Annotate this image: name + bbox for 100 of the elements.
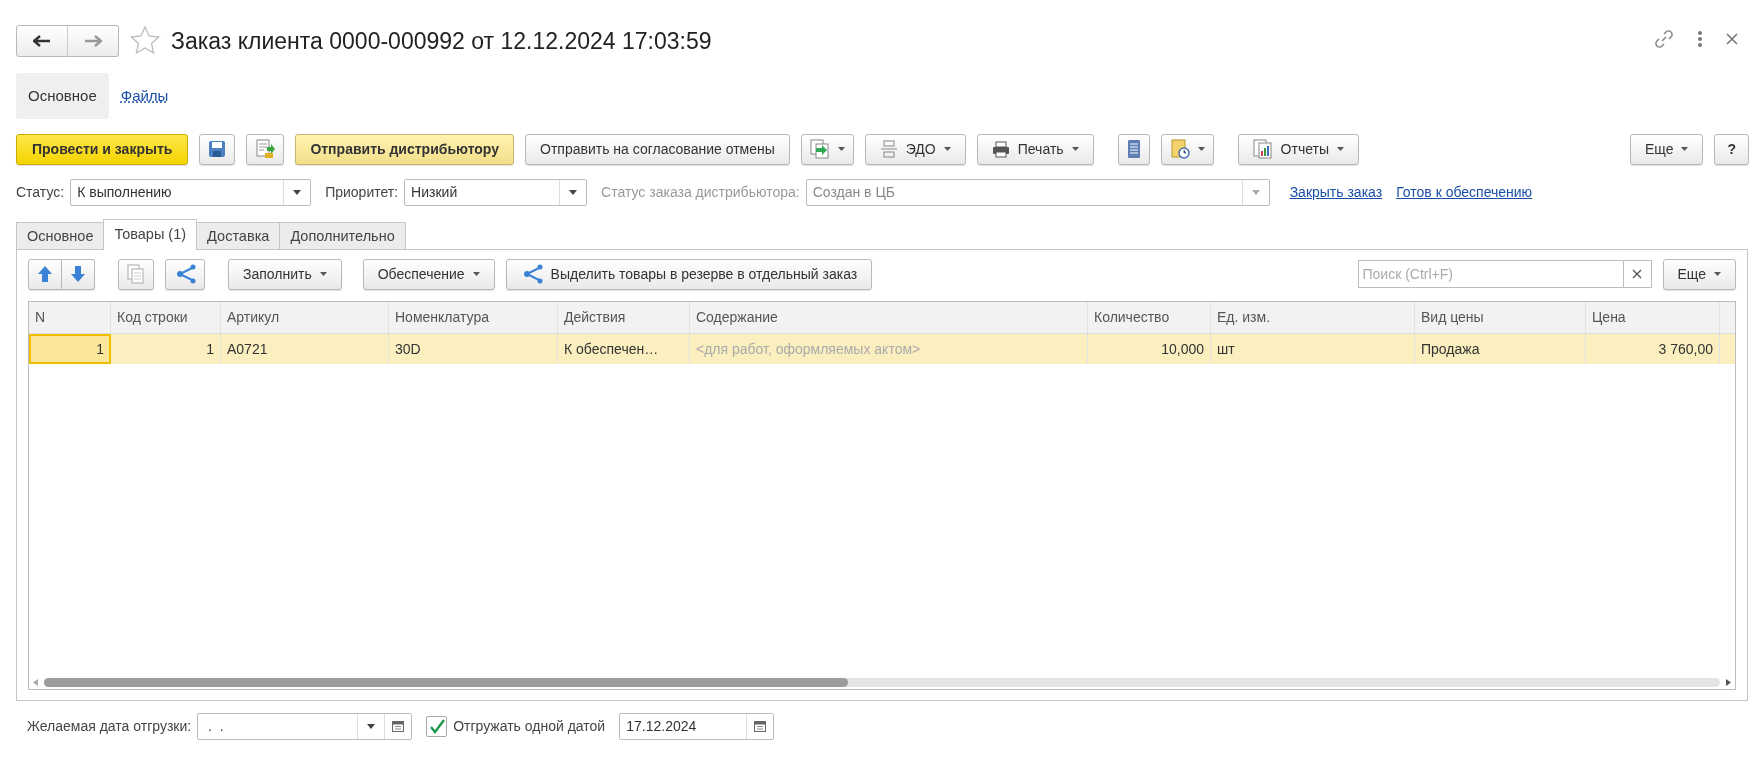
send-cancel-approval-button[interactable]: Отправить на согласование отмены [525, 133, 790, 165]
post-and-close-button[interactable]: Провести и закрыть [16, 133, 189, 165]
edo-button[interactable]: ЭДО [864, 133, 966, 165]
copy-icon [127, 264, 145, 284]
calendar-icon[interactable] [392, 720, 405, 732]
fill-button[interactable]: Заполнить [228, 258, 342, 290]
caret-icon [1714, 272, 1721, 276]
star-icon[interactable] [129, 25, 161, 57]
dropdown-arrow-icon[interactable] [367, 723, 376, 729]
back-arrow-icon [33, 35, 51, 47]
form-tab[interactable]: Дополнительно [279, 222, 406, 250]
column-header[interactable]: Действия [558, 302, 690, 333]
column-header[interactable]: Вид цены [1415, 302, 1586, 333]
calendar-icon[interactable] [754, 720, 767, 732]
caret-icon [837, 147, 845, 151]
table-row[interactable]: 1 1 A0721 30D К обеспечен… <для работ, оформляемых актом> 10,000 шт Продажа 3 760,00 [29, 334, 1735, 364]
reports-icon [1252, 139, 1273, 159]
caret-icon [1071, 147, 1079, 151]
scrollbar-track[interactable] [44, 677, 1720, 687]
print-button[interactable]: Печать [976, 133, 1094, 165]
dropdown-field[interactable]: К выполнению [70, 178, 312, 206]
search-field[interactable]: Поиск (Ctrl+F) [1357, 260, 1623, 288]
checkbox-label: Отгружать одной датой [453, 716, 606, 736]
field-label: Приоритет: [325, 182, 399, 202]
column-header[interactable]: N [29, 302, 111, 333]
more-vertical-icon[interactable] [1697, 30, 1703, 48]
scroll-left-icon[interactable] [33, 678, 38, 686]
scrollbar-thumb[interactable] [44, 677, 849, 687]
table-cell: шт [1211, 334, 1415, 364]
supply-button[interactable]: Обеспечение [362, 258, 495, 290]
close-icon[interactable] [1725, 32, 1739, 46]
table-cell: 1 [29, 334, 111, 364]
column-header[interactable]: Артикул [221, 302, 389, 333]
caret-icon [319, 272, 327, 276]
checkbox[interactable] [426, 715, 448, 737]
scroll-right-icon[interactable] [1726, 678, 1731, 686]
help-button[interactable]: ? [1714, 133, 1749, 165]
table-cell: 30D [389, 334, 558, 364]
field-label: Статус заказа дистрибьютора: [601, 182, 800, 202]
back-button[interactable] [16, 25, 68, 57]
column-header[interactable]: Количество [1088, 302, 1211, 333]
table-cell: <для работ, оформляемых актом> [690, 334, 1088, 364]
caret-icon [1681, 147, 1689, 151]
caret-icon [943, 147, 951, 151]
table-cell: К обеспечен… [558, 334, 690, 364]
list-icon [1126, 139, 1141, 159]
more-button[interactable]: Еще [1662, 258, 1736, 290]
column-header[interactable]: Содержание [690, 302, 1088, 333]
table-cell: 3 760,00 [1586, 334, 1720, 364]
caret-icon [472, 272, 480, 276]
form-tab[interactable]: Основное [16, 222, 105, 250]
dropdown-field[interactable]: Низкий [404, 178, 588, 206]
caret-icon [1337, 147, 1344, 151]
down-arrow-icon [70, 265, 86, 283]
date-field[interactable]: . . [197, 712, 413, 740]
column-header[interactable]: Номенклатура [389, 302, 558, 333]
printer-icon [991, 140, 1010, 158]
more-button[interactable]: Еще [1629, 133, 1704, 165]
form-tab[interactable]: Товары (1) [103, 219, 198, 250]
reports-button[interactable]: Отчеты [1237, 133, 1359, 165]
date-field[interactable]: 17.12.2024 [619, 712, 775, 740]
table-cell: Продажа [1415, 334, 1586, 364]
move-up-button[interactable] [28, 258, 62, 290]
split-reserve-button[interactable]: Выделить товары в резерве в отдельный заказ [505, 258, 873, 290]
document-arrow-icon [255, 139, 276, 159]
check-icon [428, 718, 445, 734]
link-icon[interactable] [1653, 28, 1675, 50]
action-link[interactable]: Закрыть заказ [1289, 181, 1383, 203]
window-title: Заказ клиента 0000-000992 от 12.12.2024 17:03:59 [171, 27, 712, 56]
dropdown-arrow-icon [1251, 189, 1260, 195]
list-button[interactable] [1117, 133, 1150, 165]
table-cell: A0721 [221, 334, 389, 364]
action-link[interactable]: Готов к обеспечению [1396, 181, 1533, 203]
section-tab[interactable]: Основное [16, 73, 109, 119]
form-tab[interactable]: Доставка [196, 222, 281, 250]
send-to-distributor-button[interactable]: Отправить дистрибьютору [295, 133, 514, 165]
field-label: Желаемая дата отгрузки: [27, 716, 192, 736]
documents-arrow-icon [809, 139, 830, 159]
document-clock-button[interactable] [1160, 133, 1214, 165]
documents-button[interactable] [800, 133, 854, 165]
table-cell: 1 [111, 334, 221, 364]
exchange-icon [879, 140, 898, 158]
clear-search-button[interactable] [1622, 260, 1652, 288]
split-button[interactable] [165, 258, 205, 290]
dropdown-field: Создан в ЦБ [805, 178, 1270, 206]
document-clock-icon [1169, 139, 1190, 159]
field-label: Статус: [16, 182, 65, 202]
dropdown-arrow-icon [569, 189, 578, 195]
clear-icon [1632, 269, 1642, 279]
move-down-button[interactable] [62, 258, 95, 290]
document-arrow-button[interactable] [246, 133, 285, 165]
column-header[interactable]: Ед. изм. [1211, 302, 1415, 333]
section-tab[interactable]: Файлы [108, 73, 181, 119]
column-header[interactable]: Цена [1586, 302, 1720, 333]
forward-arrow-icon [84, 35, 102, 47]
dropdown-arrow-icon [293, 189, 302, 195]
table-cell: 10,000 [1088, 334, 1211, 364]
save-button[interactable] [199, 133, 236, 165]
column-header[interactable]: Код строки [111, 302, 221, 333]
up-arrow-icon [37, 265, 53, 283]
